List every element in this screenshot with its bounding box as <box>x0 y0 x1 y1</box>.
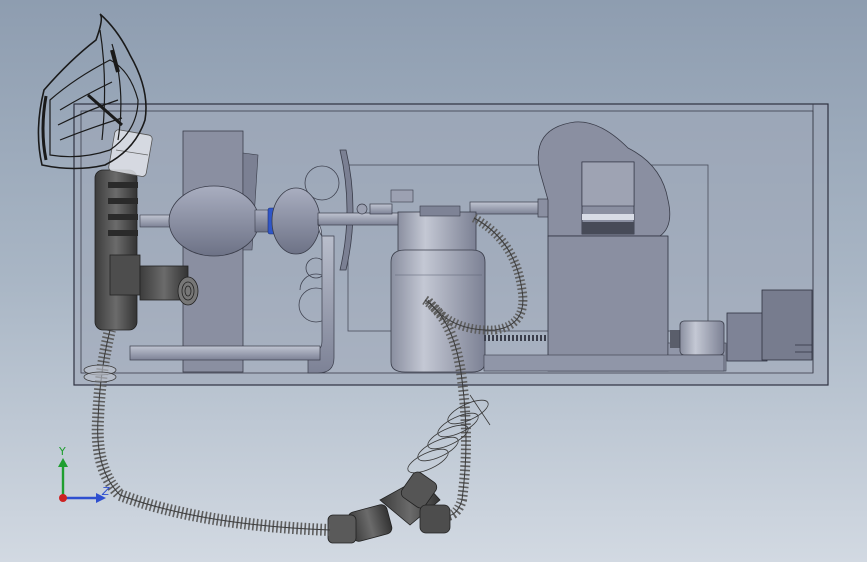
y-axis-head <box>58 458 68 467</box>
x-axis-dot <box>59 494 67 502</box>
expansion-hose[interactable] <box>405 394 492 478</box>
y-axis-label: Y <box>58 445 66 458</box>
left-hose-collar <box>83 364 117 383</box>
humidifier-bottle[interactable] <box>390 189 486 373</box>
z-axis-label: Z <box>101 485 110 498</box>
cad-viewport[interactable]: Y Z <box>0 0 867 562</box>
breathing-tube[interactable] <box>94 169 141 331</box>
assembly-drawing[interactable]: Y Z <box>0 0 867 562</box>
tube-connector[interactable] <box>327 470 451 544</box>
mask-collar[interactable] <box>108 129 153 177</box>
